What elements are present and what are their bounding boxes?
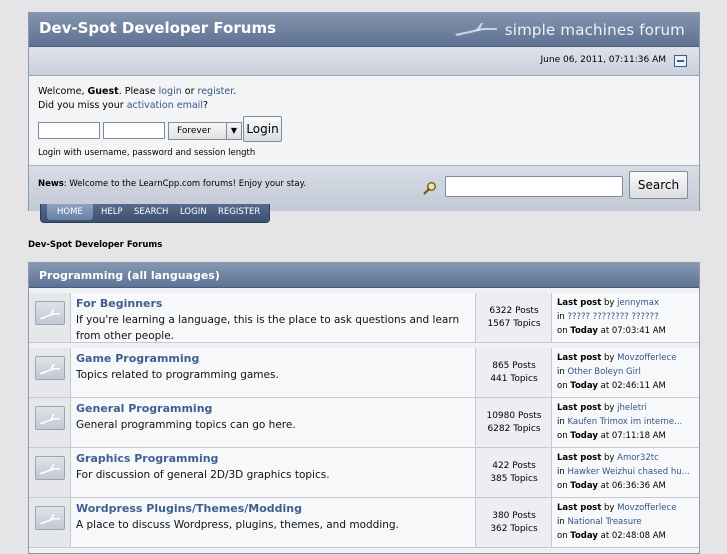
board-row: Wordpress Plugins/Themes/Modding A place… — [29, 498, 699, 548]
post-count: 422 Posts — [492, 461, 536, 471]
topic-count: 385 Topics — [490, 474, 538, 484]
last-poster-link[interactable]: jennymax — [617, 298, 659, 308]
login-button[interactable]: Login — [243, 116, 282, 142]
menu-register[interactable]: REGISTER — [218, 207, 260, 217]
last-post-info: Last post by Movzofferlece in National T… — [552, 498, 699, 547]
last-topic-link[interactable]: ????? ???????? ?????? — [567, 312, 658, 322]
topic-count: 441 Topics — [490, 374, 538, 384]
news-label: News — [38, 179, 64, 189]
forum-header: Dev-Spot Developer Forums simple machine… — [28, 12, 700, 211]
category-title[interactable]: Programming (all languages) — [39, 269, 220, 282]
last-post-info: Last post by Movzofferlece in Other Bole… — [552, 348, 699, 397]
main-menu: HOME HELP SEARCH LOGIN REGISTER — [40, 204, 270, 223]
session-length-select[interactable]: Forever ▼ — [168, 122, 242, 140]
collapse-header-button[interactable] — [674, 55, 687, 67]
topic-count: 6282 Topics — [487, 424, 541, 434]
password-input[interactable] — [103, 122, 165, 139]
last-topic-link[interactable]: Hawker Weizhui chased hu... — [567, 467, 689, 477]
board-row: Graphics Programming For discussion of g… — [29, 448, 699, 498]
smf-logo-text: simple machines forum — [504, 21, 685, 39]
board-title[interactable]: Game Programming — [76, 352, 199, 365]
guest-name: Guest — [87, 86, 119, 97]
date-bar: June 06, 2011, 07:11:36 AM — [29, 47, 699, 76]
menu-login[interactable]: LOGIN — [180, 207, 207, 217]
dropdown-arrow-icon[interactable]: ▼ — [226, 123, 241, 139]
topic-count: 1567 Topics — [487, 319, 541, 329]
last-topic-link[interactable]: Kaufen Trimox im interne... — [567, 417, 682, 427]
board-title[interactable]: For Beginners — [76, 297, 162, 310]
login-link[interactable]: login — [159, 86, 182, 97]
last-post-info: Last post by jheletri in Kaufen Trimox i… — [552, 398, 699, 447]
news-text: News: Welcome to the LearnCpp.com forums… — [38, 179, 307, 189]
last-topic-link[interactable]: National Treasure — [567, 517, 641, 527]
menu-home[interactable]: HOME — [57, 207, 83, 217]
board-description: If you're learning a language, this is t… — [76, 314, 460, 342]
last-poster-link[interactable]: jheletri — [617, 403, 647, 413]
current-datetime: June 06, 2011, 07:11:36 AM — [540, 55, 666, 65]
board-no-new-posts-icon[interactable] — [35, 406, 65, 430]
last-poster-link[interactable]: Movzofferlece — [617, 503, 676, 513]
last-post-info: Last post by jennymax in ????? ???????? … — [552, 293, 699, 342]
welcome-text: Welcome, Guest. Please login or register… — [38, 86, 237, 97]
menu-help[interactable]: HELP — [101, 207, 123, 217]
board-title[interactable]: General Programming — [76, 402, 212, 415]
topic-count: 362 Topics — [490, 524, 538, 534]
smf-logo-icon — [453, 20, 499, 42]
title-bar: Dev-Spot Developer Forums simple machine… — [29, 13, 699, 47]
category-header[interactable]: Programming (all languages) — [29, 263, 699, 288]
category-table: Programming (all languages) For Beginner… — [28, 262, 700, 554]
breadcrumb[interactable]: Dev-Spot Developer Forums — [28, 240, 162, 250]
board-description: For discussion of general 2D/3D graphics… — [76, 469, 330, 481]
session-length-value: Forever — [177, 126, 211, 136]
board-no-new-posts-icon[interactable] — [35, 456, 65, 480]
activation-email-link[interactable]: activation email — [127, 100, 203, 111]
board-title[interactable]: Wordpress Plugins/Themes/Modding — [76, 502, 302, 515]
board-no-new-posts-icon[interactable] — [35, 301, 65, 325]
post-count: 10980 Posts — [486, 411, 542, 421]
forum-title: Dev-Spot Developer Forums — [39, 19, 276, 37]
menu-search[interactable]: SEARCH — [134, 207, 168, 217]
board-row: Game Programming Topics related to progr… — [29, 348, 699, 398]
search-input[interactable] — [445, 176, 623, 197]
board-description: General programming topics can go here. — [76, 419, 296, 431]
last-poster-link[interactable]: Amor32tc — [617, 453, 659, 463]
magnifier-icon — [423, 180, 437, 199]
username-input[interactable] — [38, 122, 100, 139]
last-topic-link[interactable]: Other Boleyn Girl — [567, 367, 640, 377]
login-hint: Login with username, password and sessio… — [38, 148, 256, 158]
board-description: Topics related to programming games. — [76, 369, 279, 381]
search-button[interactable]: Search — [629, 171, 688, 199]
post-count: 380 Posts — [492, 511, 536, 521]
board-no-new-posts-icon[interactable] — [35, 506, 65, 530]
board-description: A place to discuss Wordpress, plugins, t… — [76, 519, 399, 531]
register-link[interactable]: register — [198, 86, 234, 97]
board-title[interactable]: Graphics Programming — [76, 452, 218, 465]
last-poster-link[interactable]: Movzofferlece — [617, 353, 676, 363]
board-row: General Programming General programming … — [29, 398, 699, 448]
last-post-info: Last post by Amor32tc in Hawker Weizhui … — [552, 448, 699, 497]
board-row: For Beginners If you're learning a langu… — [29, 293, 699, 343]
post-count: 865 Posts — [492, 361, 536, 371]
post-count: 6322 Posts — [489, 306, 539, 316]
activation-prompt: Did you miss your activation email? — [38, 100, 209, 111]
user-section: Welcome, Guest. Please login or register… — [29, 76, 699, 164]
board-no-new-posts-icon[interactable] — [35, 356, 65, 380]
